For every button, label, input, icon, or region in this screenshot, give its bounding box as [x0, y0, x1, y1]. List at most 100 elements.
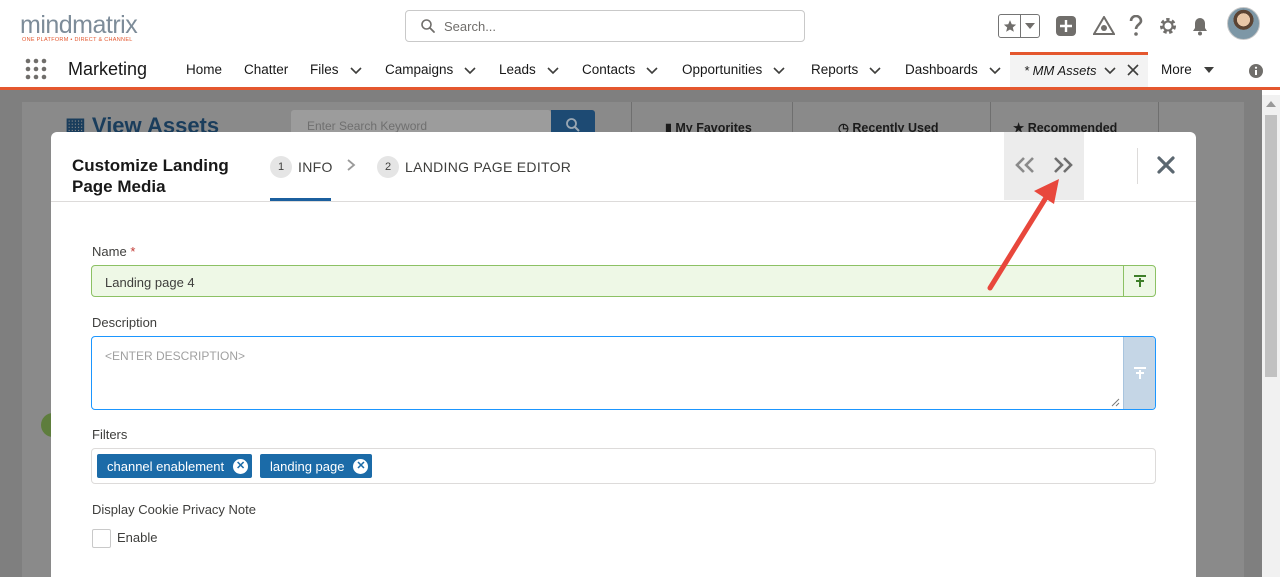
remove-tag-icon[interactable]: ✕ — [233, 458, 249, 474]
scrollbar-thumb[interactable] — [1265, 115, 1277, 377]
favorites-menu-icon[interactable] — [1021, 15, 1039, 37]
text-format-button[interactable] — [1123, 337, 1155, 409]
nav-item-label: Chatter — [244, 62, 289, 77]
app-nav-bar: Marketing Home Chatter Files Campaigns L… — [0, 52, 1280, 90]
nav-item-campaigns[interactable]: Campaigns — [385, 52, 477, 87]
step-landing-page-editor[interactable]: 2 LANDING PAGE EDITOR — [377, 154, 571, 180]
setup-gear-icon[interactable] — [1156, 14, 1180, 38]
nav-item-label: Leads — [499, 62, 536, 77]
name-input-value: Landing page 4 — [105, 275, 195, 290]
background-search-placeholder: Enter Search Keyword — [307, 119, 428, 133]
remove-tag-icon[interactable]: ✕ — [353, 458, 369, 474]
modal-title: Customize Landing Page Media — [72, 156, 229, 196]
description-textarea[interactable]: <ENTER DESCRIPTION> — [91, 336, 1156, 410]
filters-label: Filters — [92, 427, 128, 442]
nav-item-files[interactable]: Files — [310, 52, 363, 87]
close-tab-icon[interactable] — [1126, 63, 1140, 77]
caret-down-icon[interactable] — [1202, 63, 1216, 77]
global-actions-icon[interactable] — [1054, 14, 1078, 38]
active-step-indicator — [270, 198, 331, 201]
double-chevron-right-icon[interactable] — [1051, 155, 1075, 175]
filter-tag: channel enablement ✕ — [97, 454, 253, 478]
chevron-right-icon — [347, 159, 356, 171]
nav-item-label: Campaigns — [385, 62, 454, 77]
step-label: INFO — [298, 159, 333, 175]
trailhead-icon[interactable] — [1092, 14, 1116, 38]
nav-more-label: More — [1161, 62, 1192, 77]
nav-item-leads[interactable]: Leads — [499, 52, 560, 87]
app-name: Marketing — [68, 59, 148, 79]
search-icon — [566, 118, 580, 132]
filter-tag-label: channel enablement — [107, 458, 225, 474]
close-icon[interactable] — [1154, 153, 1178, 177]
step-number: 2 — [377, 156, 399, 178]
nav-item-contacts[interactable]: Contacts — [582, 52, 659, 87]
chevron-down-icon[interactable] — [988, 63, 1002, 77]
nav-more-menu[interactable]: More — [1161, 52, 1216, 87]
favorites-button[interactable] — [998, 14, 1040, 38]
app-launcher-icon[interactable] — [24, 57, 48, 81]
divider — [792, 102, 793, 132]
notifications-bell-icon[interactable] — [1188, 14, 1212, 38]
page-scrollbar[interactable] — [1262, 95, 1280, 577]
search-placeholder: Search... — [444, 19, 497, 34]
nav-item-chatter[interactable]: Chatter — [244, 52, 288, 87]
chevron-down-icon[interactable] — [349, 63, 363, 77]
chevron-down-icon[interactable] — [645, 63, 659, 77]
chevron-down-icon[interactable] — [1103, 63, 1117, 77]
resize-handle-icon[interactable] — [1111, 398, 1120, 407]
user-avatar[interactable] — [1227, 7, 1260, 40]
chevron-down-icon[interactable] — [868, 63, 882, 77]
nav-item-label: Opportunities — [682, 62, 763, 77]
step-label: LANDING PAGE EDITOR — [405, 159, 572, 175]
name-input[interactable]: Landing page 4 — [91, 265, 1156, 297]
info-icon[interactable] — [1248, 63, 1264, 79]
cookie-privacy-label: Display Cookie Privacy Note — [92, 502, 257, 517]
nav-item-label: Files — [310, 62, 339, 77]
help-icon[interactable] — [1124, 14, 1148, 38]
enable-checkbox[interactable] — [92, 529, 111, 548]
nav-item-reports[interactable]: Reports — [811, 52, 882, 87]
name-label: Name * — [92, 244, 135, 259]
filters-input[interactable]: channel enablement ✕ landing page ✕ — [91, 448, 1156, 484]
nav-item-home[interactable]: Home — [186, 52, 222, 87]
chevron-down-icon[interactable] — [546, 63, 560, 77]
divider — [631, 102, 632, 132]
nav-item-label: Dashboards — [905, 62, 978, 77]
scroll-up-icon[interactable] — [1266, 101, 1276, 107]
nav-item-label: Home — [186, 62, 223, 77]
double-chevron-left-icon[interactable] — [1013, 155, 1037, 175]
global-header: mindmatrix ONE PLATFORM • DIRECT & CHANN… — [0, 0, 1280, 52]
enable-checkbox-label[interactable]: Enable — [117, 530, 157, 545]
text-format-button[interactable] — [1123, 266, 1155, 296]
text-format-icon — [1133, 275, 1146, 287]
nav-item-label: Contacts — [582, 62, 636, 77]
filter-tag-label: landing page — [270, 458, 345, 474]
divider — [990, 102, 991, 132]
search-icon — [421, 19, 435, 33]
customize-modal: Customize Landing Page Media 1 INFO 2 LA… — [51, 132, 1196, 577]
modal-header: Customize Landing Page Media 1 INFO 2 LA… — [51, 132, 1196, 202]
tab-mm-assets[interactable]: * MM Assets — [1010, 52, 1148, 87]
description-label: Description — [92, 315, 158, 330]
chevron-down-icon[interactable] — [463, 63, 477, 77]
step-number: 1 — [270, 156, 292, 178]
global-search-input[interactable]: Search... — [405, 10, 805, 42]
step-info[interactable]: 1 INFO — [270, 154, 333, 180]
text-format-icon — [1133, 367, 1146, 379]
divider — [1137, 148, 1138, 184]
step-pager — [1004, 132, 1084, 200]
tab-mm-assets-label: * MM Assets — [1024, 63, 1097, 78]
nav-item-opportunities[interactable]: Opportunities — [682, 52, 786, 87]
logo[interactable]: mindmatrix — [20, 11, 138, 40]
star-icon[interactable] — [999, 15, 1021, 37]
description-placeholder: <ENTER DESCRIPTION> — [105, 349, 246, 363]
name-label-text: Name — [92, 244, 127, 259]
nav-item-label: Reports — [811, 62, 859, 77]
divider — [1158, 102, 1159, 132]
chevron-down-icon[interactable] — [772, 63, 786, 77]
nav-item-dashboards[interactable]: Dashboards — [905, 52, 1002, 87]
filter-tag: landing page ✕ — [260, 454, 373, 478]
required-mark: * — [130, 244, 136, 259]
logo-tagline: ONE PLATFORM • DIRECT & CHANNEL — [22, 37, 133, 43]
